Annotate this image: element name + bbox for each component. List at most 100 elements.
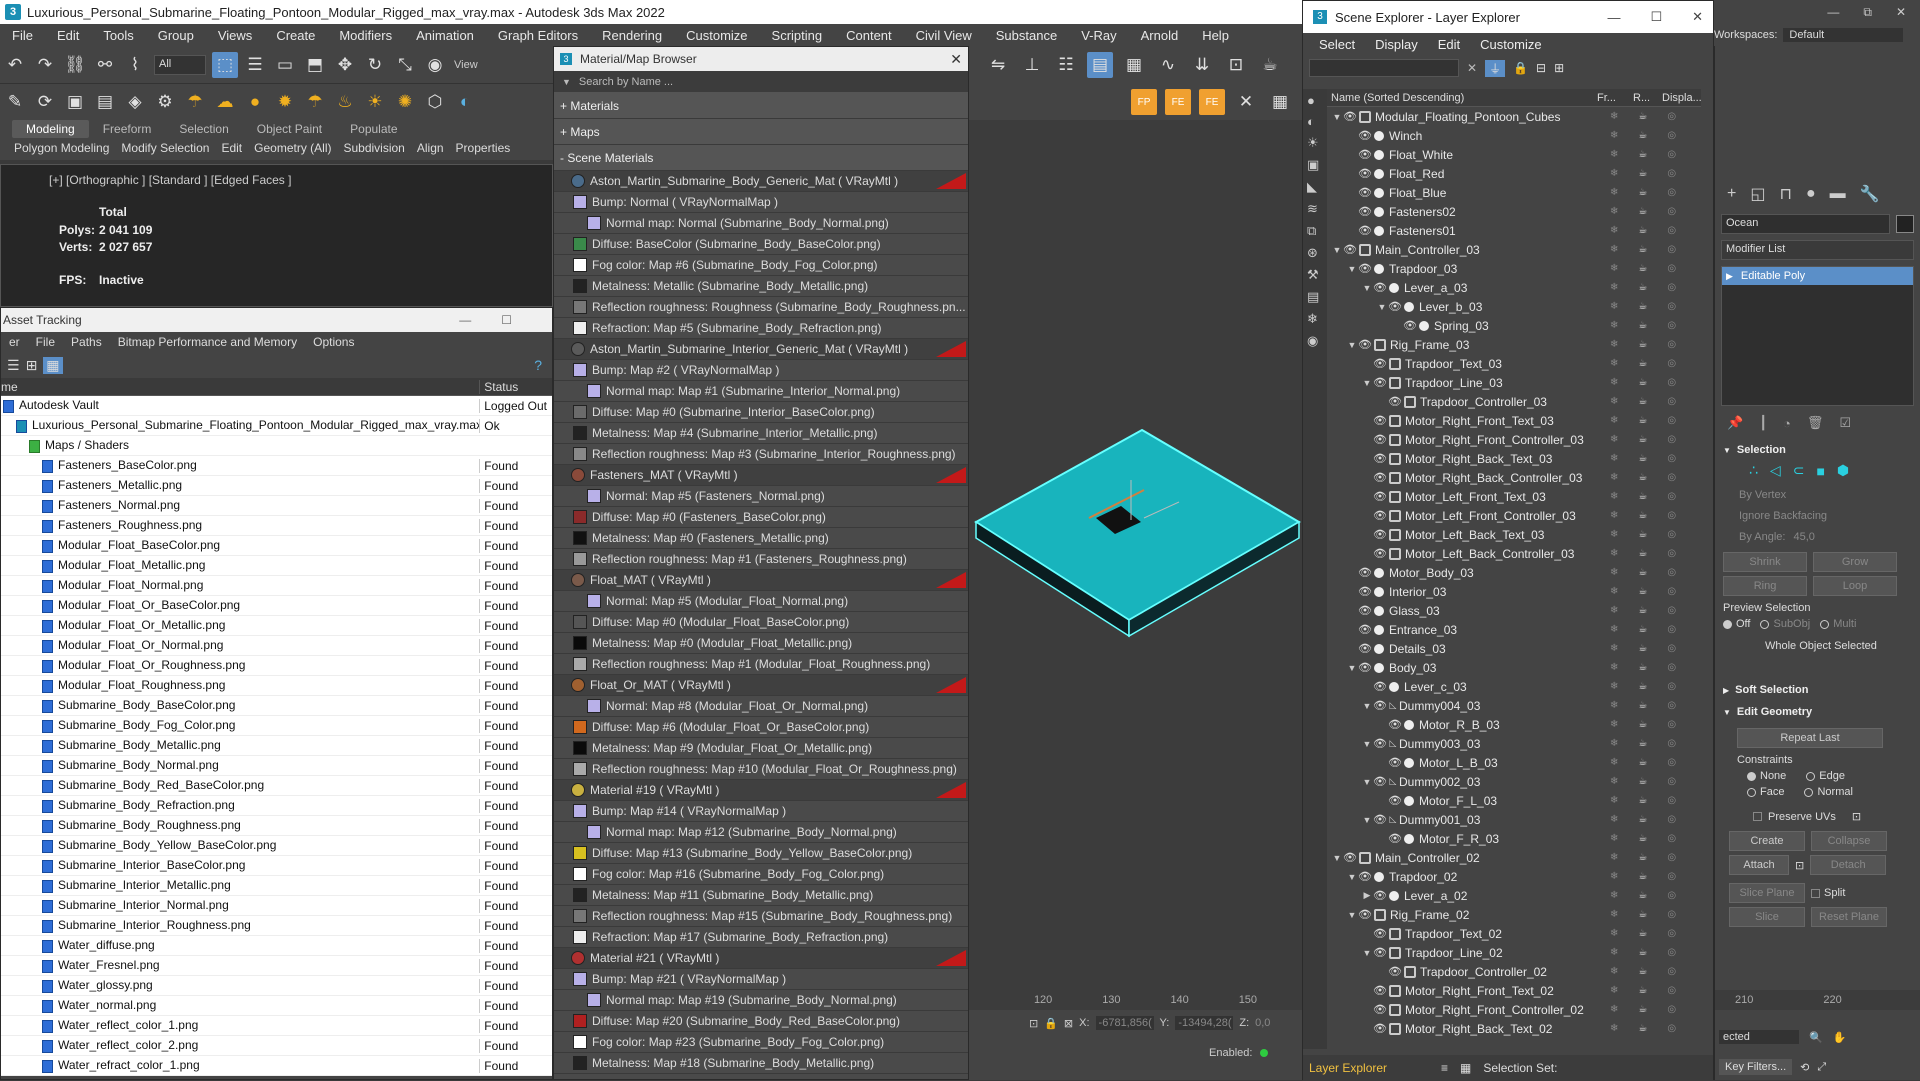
display-icon[interactable]: ◎	[1667, 605, 1676, 616]
tools-icon[interactable]: ✕	[1233, 89, 1259, 115]
tree-node[interactable]: ▼ 👁 Trapdoor_Line_02 ❄ ☕ ◎	[1327, 943, 1701, 962]
display-cameras-icon[interactable]: ▣	[1307, 157, 1323, 173]
map-item[interactable]: Metalness: Map #9 (Modular_Float_Or_Meta…	[554, 738, 968, 759]
layers-icon[interactable]: ≡	[1441, 1061, 1448, 1075]
visibility-eye-icon[interactable]: 👁	[1373, 1003, 1387, 1016]
visibility-eye-icon[interactable]: 👁	[1373, 376, 1387, 389]
tree-node[interactable]: ▼ 👁 Rig_Frame_03 ❄ ☕ ◎	[1327, 335, 1701, 354]
vertex-icon[interactable]: ∴	[1749, 462, 1758, 479]
renderable-icon[interactable]: ☕	[1638, 662, 1647, 673]
display-icon[interactable]: ◎	[1667, 320, 1676, 331]
collapse-arrow-icon[interactable]: ▼	[1346, 910, 1358, 920]
layer-explorer-dropdown[interactable]: Layer Explorer	[1309, 1061, 1429, 1075]
angle-field[interactable]: 45,0	[1793, 527, 1814, 548]
display-frozen-icon[interactable]: ❄	[1307, 311, 1323, 327]
display-icon[interactable]: ◎	[1667, 776, 1676, 787]
soft-selection-rollout-header[interactable]: ▶ Soft Selection	[1723, 684, 1912, 696]
visibility-eye-icon[interactable]: 👁	[1358, 661, 1372, 674]
close-icon[interactable]: ✕	[950, 51, 962, 68]
se-menu-select[interactable]: Select	[1309, 37, 1365, 52]
renderable-icon[interactable]: ☕	[1638, 301, 1647, 312]
grow-button[interactable]: Grow	[1813, 552, 1897, 572]
tree-node[interactable]: 👁 Motor_Right_Front_Controller_02 ❄ ☕ ◎	[1327, 1000, 1701, 1019]
select-object-icon[interactable]: ⬚	[212, 51, 238, 78]
se-menu-edit[interactable]: Edit	[1428, 37, 1470, 52]
renderable-icon[interactable]: ☕	[1638, 643, 1647, 654]
renderable-icon[interactable]: ☕	[1638, 130, 1647, 141]
search-dropdown-icon[interactable]: ▼	[562, 77, 571, 87]
menu-v-ray[interactable]: V-Ray	[1069, 28, 1128, 43]
material-item[interactable]: Float_Or_MAT ( VRayMtl )	[554, 675, 968, 696]
tree-node[interactable]: 👁 Motor_Right_Front_Controller_03 ❄ ☕ ◎	[1327, 430, 1701, 449]
map-item[interactable]: Refraction: Map #17 (Submarine_Body_Refr…	[554, 927, 968, 948]
collapse-arrow-icon[interactable]: ▼	[1331, 245, 1343, 255]
renderable-icon[interactable]: ☕	[1638, 719, 1647, 730]
scene-explorer-icon[interactable]: ☷	[1053, 52, 1079, 78]
freeze-icon[interactable]: ❄	[1610, 757, 1618, 768]
app-close-icon[interactable]: ✕	[1896, 5, 1906, 19]
asset-row[interactable]: Water_normal.png Found	[1, 996, 552, 1016]
asset-row[interactable]: Modular_Float_Metallic.png Found	[1, 556, 552, 576]
renderable-icon[interactable]: ☕	[1638, 1023, 1647, 1034]
freeze-icon[interactable]: ❄	[1610, 149, 1618, 160]
renderable-icon[interactable]: ☕	[1638, 225, 1647, 236]
render-setup-icon[interactable]: ⚙	[152, 89, 178, 115]
map-item[interactable]: Normal map: Map #19 (Submarine_Body_Norm…	[554, 990, 968, 1011]
renderable-icon[interactable]: ☕	[1638, 757, 1647, 768]
ribbon-tab-modeling[interactable]: Modeling	[12, 120, 89, 138]
tree-node[interactable]: ▼ 👁 Lever_a_03 ❄ ☕ ◎	[1327, 278, 1701, 297]
motion-tab-icon[interactable]: ●	[1806, 185, 1816, 203]
freeze-icon[interactable]: ❄	[1610, 586, 1618, 597]
asset-row[interactable]: Maps / Shaders	[1, 436, 552, 456]
menu-group[interactable]: Group	[146, 28, 206, 43]
shrink-button[interactable]: Shrink	[1723, 552, 1807, 572]
menu-content[interactable]: Content	[834, 28, 904, 43]
object-name-field[interactable]: Ocean	[1721, 214, 1890, 234]
asset-row[interactable]: Autodesk Vault Logged Out	[1, 396, 552, 416]
menu-tools[interactable]: Tools	[91, 28, 145, 43]
tree-node[interactable]: ▼ 👁 Main_Controller_03 ❄ ☕ ◎	[1327, 240, 1701, 259]
visibility-eye-icon[interactable]: 👁	[1358, 148, 1372, 161]
freeze-icon[interactable]: ❄	[1610, 434, 1618, 445]
show-end-result-icon[interactable]: ┃	[1759, 415, 1767, 431]
freeze-icon[interactable]: ❄	[1610, 871, 1618, 882]
z-field[interactable]: 0,0	[1255, 1017, 1270, 1029]
visibility-eye-icon[interactable]: 👁	[1358, 908, 1372, 921]
freeze-icon[interactable]: ❄	[1610, 1004, 1618, 1015]
menu-help[interactable]: Help	[1190, 28, 1241, 43]
renderable-icon[interactable]: ☕	[1638, 529, 1647, 540]
display-containers-icon[interactable]: ▤	[1307, 289, 1323, 305]
layer-explorer-icon[interactable]: ▤	[1087, 52, 1113, 78]
menu-animation[interactable]: Animation	[404, 28, 486, 43]
menu-arnold[interactable]: Arnold	[1129, 28, 1191, 43]
modifier-list-dropdown[interactable]: Modifier List	[1721, 240, 1914, 260]
freeze-icon[interactable]: ❄	[1610, 320, 1618, 331]
undo-icon[interactable]: ↶	[2, 52, 28, 78]
display-icon[interactable]: ◎	[1667, 206, 1676, 217]
right-ruler[interactable]: 210 220	[1715, 990, 1920, 1010]
tree-node[interactable]: ▼ 👁 Lever_b_03 ❄ ☕ ◎	[1327, 297, 1701, 316]
sun-icon[interactable]: ☀	[362, 89, 388, 115]
renderable-icon[interactable]: ☕	[1638, 396, 1647, 407]
attach-button[interactable]: Attach	[1729, 855, 1789, 875]
freeze-icon[interactable]: ❄	[1610, 719, 1618, 730]
cloud-icon[interactable]: ☁	[212, 89, 238, 115]
tree-node[interactable]: 👁 Motor_Right_Back_Text_02 ❄ ☕ ◎	[1327, 1019, 1701, 1038]
map-item[interactable]: Metalness: Metallic (Submarine_Body_Meta…	[554, 276, 968, 297]
display-helpers-icon[interactable]: ◣	[1307, 179, 1323, 195]
selection-lock-icon[interactable]: ⊡	[1029, 1017, 1038, 1030]
freeze-icon[interactable]: ❄	[1610, 415, 1618, 426]
orthographic-viewport[interactable]: [+] [Orthographic ] [Standard ] [Edged F…	[0, 164, 553, 307]
display-icon[interactable]: ◎	[1667, 225, 1676, 236]
freeze-icon[interactable]: ❄	[1610, 206, 1618, 217]
visibility-eye-icon[interactable]: 👁	[1388, 965, 1402, 978]
renderable-icon[interactable]: ☕	[1638, 795, 1647, 806]
configure-sets-icon[interactable]: ☑	[1839, 415, 1851, 431]
tree-node[interactable]: 👁 Motor_Right_Front_Text_03 ❄ ☕ ◎	[1327, 411, 1701, 430]
freeze-icon[interactable]: ❄	[1610, 1023, 1618, 1034]
by-angle-checkbox[interactable]: By Angle:	[1739, 527, 1785, 548]
freeze-icon[interactable]: ❄	[1610, 567, 1618, 578]
renderable-icon[interactable]: ☕	[1638, 244, 1647, 255]
visibility-eye-icon[interactable]: 👁	[1373, 357, 1387, 370]
display-icon[interactable]: ◎	[1667, 700, 1676, 711]
